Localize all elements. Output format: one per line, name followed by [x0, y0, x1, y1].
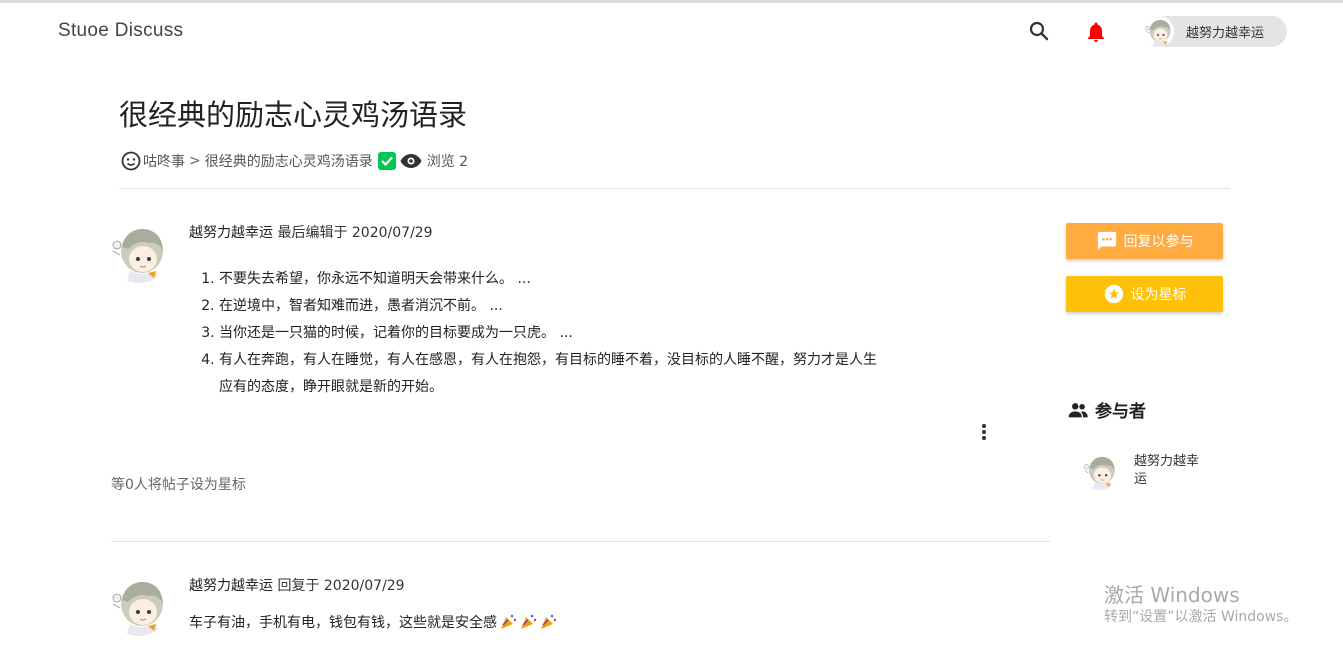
windows-activation-subtitle: 转到“设置”以激活 Windows。	[1104, 609, 1298, 625]
user-menu-chip[interactable]: 越努力越幸运	[1143, 16, 1287, 47]
notification-bell-icon[interactable]	[1084, 20, 1108, 44]
list-item: 当你还是一只猫的时候，记着你的目标要成为一只虎。 ...	[219, 320, 901, 347]
star-count-text: 等0人将帖子设为星标	[111, 477, 246, 493]
party-popper-icon	[521, 614, 537, 629]
reply-author-name[interactable]: 越努力越幸运	[189, 578, 273, 594]
list-item: 不要失去希望，你永远不知道明天会带来什么。 ...	[219, 266, 901, 293]
reply-text: 车子有油，手机有电，钱包有钱，这些就是安全感	[189, 615, 497, 631]
breadcrumb-category-link[interactable]: 咕咚事	[143, 151, 185, 171]
post-author-name[interactable]: 越努力越幸运	[189, 225, 273, 241]
comment-icon	[1097, 231, 1116, 251]
participant-name: 越努力越幸运	[1134, 454, 1200, 487]
title-divider	[119, 188, 1230, 189]
reply-content: 车子有油，手机有电，钱包有钱，这些就是安全感	[189, 612, 557, 632]
reply-to-join-button[interactable]: 回复以参与	[1066, 223, 1223, 259]
participants-heading: 参与者	[1067, 397, 1146, 422]
user-avatar	[1143, 16, 1174, 47]
user-name: 越努力越幸运	[1186, 26, 1265, 41]
participants-title: 参与者	[1095, 402, 1146, 422]
brand-logo[interactable]: Stuoe Discuss	[58, 20, 183, 42]
breadcrumb-separator: >	[189, 153, 201, 169]
reply-author-avatar[interactable]	[108, 574, 170, 636]
people-icon	[1068, 402, 1088, 417]
post-meta: 越努力越幸运 最后编辑于 2020/07/29	[189, 222, 433, 242]
more-options-icon[interactable]	[976, 421, 992, 443]
party-popper-icon	[501, 614, 517, 629]
list-item: 在逆境中，智者知难而进，愚者消沉不前。 ...	[219, 293, 901, 320]
search-icon[interactable]	[1027, 19, 1051, 43]
list-item: 有人在奔跑，有人在睡觉，有人在感恩，有人在抱怨，有目标的睡不着，没目标的人睡不醒…	[219, 347, 884, 401]
breadcrumb: 咕咚事 > 很经典的励志心灵鸡汤语录 浏览 2	[119, 149, 468, 173]
set-star-button[interactable]: 设为星标	[1066, 276, 1223, 312]
party-popper-icon	[541, 614, 557, 629]
post-edit-time: 最后编辑于 2020/07/29	[277, 225, 433, 241]
breadcrumb-current: 很经典的励志心灵鸡汤语录	[204, 154, 373, 170]
star-icon	[1104, 284, 1123, 304]
smiley-face-icon	[121, 151, 141, 171]
page-title: 很经典的励志心灵鸡汤语录	[119, 98, 468, 132]
reply-meta: 越努力越幸运 回复于 2020/07/29	[189, 575, 405, 595]
view-count: 浏览 2	[426, 154, 469, 170]
windows-activation-title: 激活 Windows	[1104, 583, 1240, 607]
participant-item[interactable]: 越努力越幸运	[1081, 452, 1206, 490]
star-button-label: 设为星标	[1130, 287, 1187, 303]
post-divider	[111, 541, 1050, 542]
post-content-list: 不要失去希望，你永远不知道明天会带来什么。 ... 在逆境中，智者知难而进，愚者…	[201, 266, 901, 401]
verified-check-icon	[377, 152, 396, 170]
reply-button-label: 回复以参与	[1123, 234, 1194, 250]
top-border	[0, 0, 1343, 3]
participant-avatar	[1081, 452, 1119, 490]
eye-icon	[400, 154, 422, 168]
reply-time: 回复于 2020/07/29	[277, 578, 405, 594]
post-author-avatar[interactable]	[108, 221, 170, 283]
